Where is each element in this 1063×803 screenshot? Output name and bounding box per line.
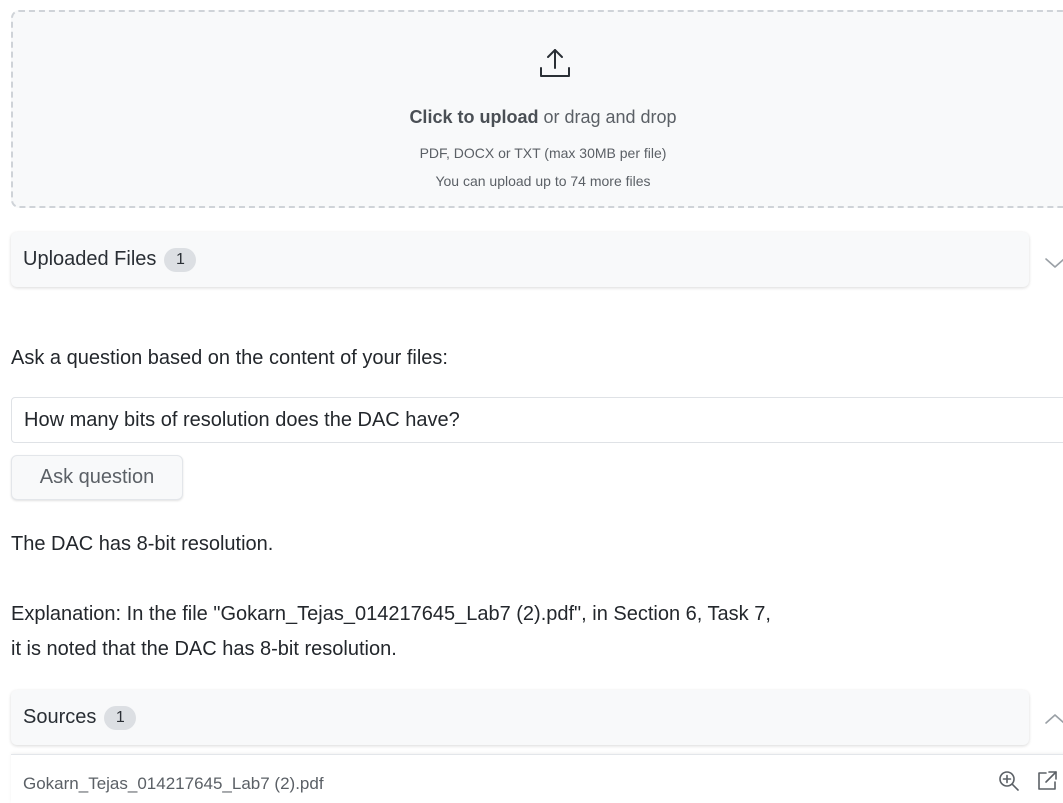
sources-header[interactable]: Sources 1 [11,690,1029,745]
answer-text: The DAC has 8-bit resolution. [11,533,274,555]
upload-instructions: Click to upload or drag and drop [13,107,1063,128]
ask-question-button[interactable]: Ask question [11,455,183,500]
upload-remaining-text: You can upload up to 74 more files [435,173,651,189]
drag-drop-text: or drag and drop [538,107,677,127]
external-link-icon[interactable] [1035,769,1059,793]
answer-explanation: Explanation: In the file "Gokarn_Tejas_0… [11,603,771,660]
chevron-down-icon[interactable] [1044,256,1063,270]
source-list-item[interactable]: Gokarn_Tejas_014217645_Lab7 (2).pdf [11,754,1063,803]
source-file-name[interactable]: Gokarn_Tejas_014217645_Lab7 (2).pdf [23,774,324,794]
uploaded-files-count-badge: 1 [164,248,197,272]
sources-count-badge: 1 [104,706,137,730]
chevron-up-icon[interactable] [1044,712,1063,726]
upload-icon [540,49,570,77]
uploaded-files-title-wrap: Uploaded Files 1 [23,248,197,272]
question-input[interactable] [11,397,1063,443]
upload-dropzone[interactable]: Click to upload or drag and drop PDF, DO… [11,10,1063,208]
sources-title-wrap: Sources 1 [23,706,137,730]
sources-title: Sources [23,706,97,728]
upload-formats-text: PDF, DOCX or TXT (max 30MB per file) [419,145,667,161]
click-to-upload-link[interactable]: Click to upload [409,107,538,127]
uploaded-files-header[interactable]: Uploaded Files 1 [11,232,1029,287]
uploaded-files-title: Uploaded Files [23,248,157,270]
zoom-in-icon[interactable] [997,769,1021,793]
question-prompt-label: Ask a question based on the content of y… [11,347,448,369]
